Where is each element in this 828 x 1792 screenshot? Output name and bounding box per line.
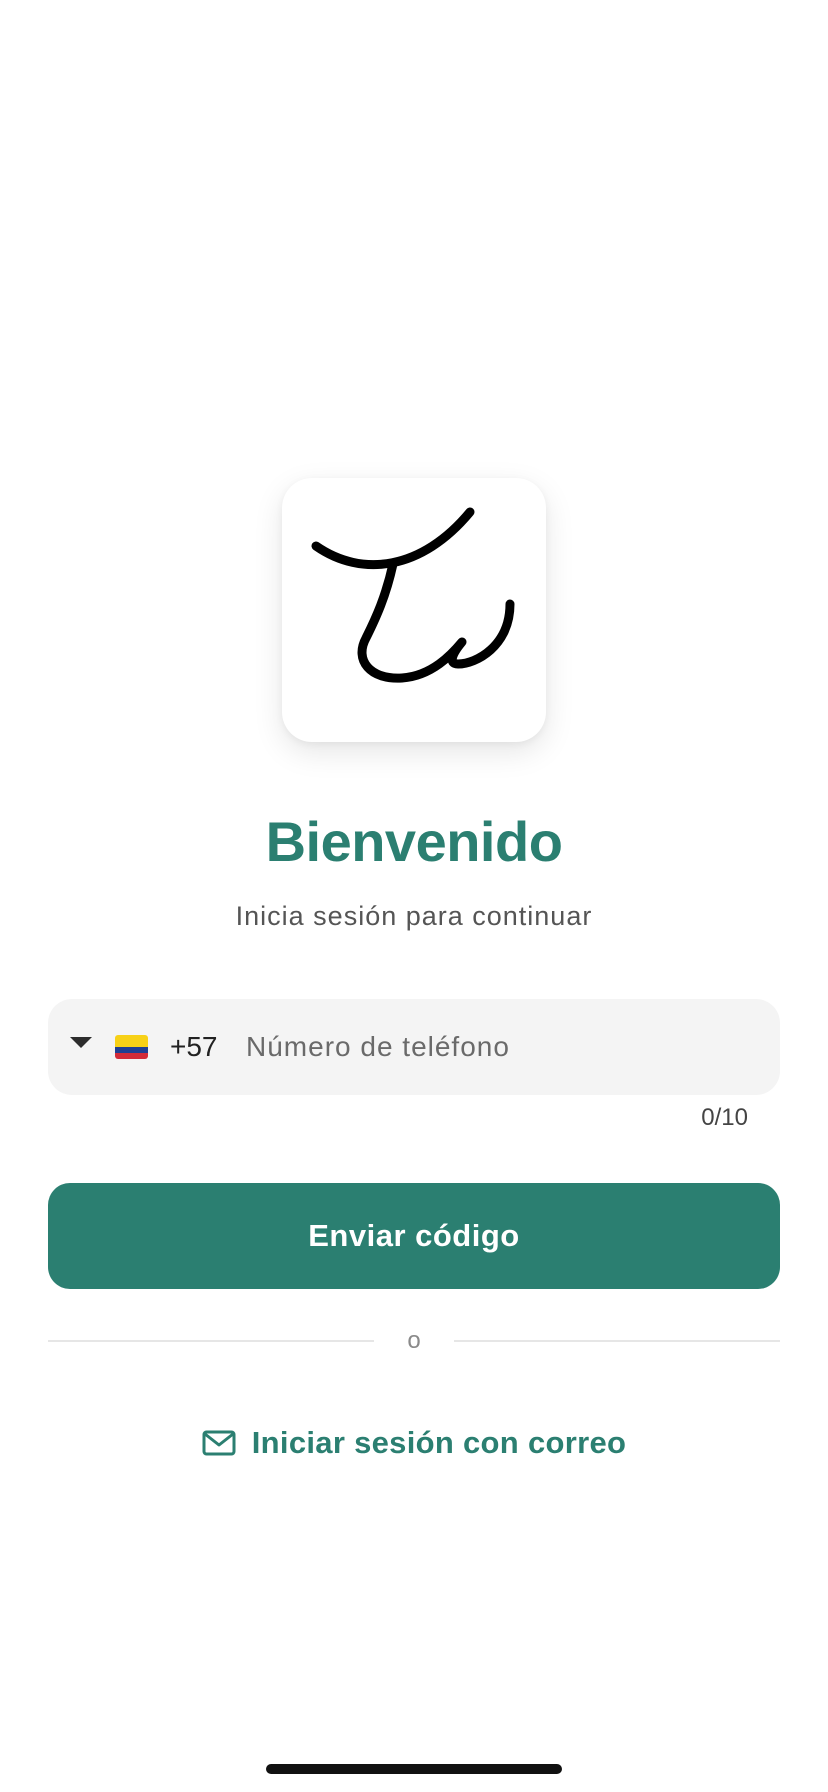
app-logo [282,478,546,742]
email-login-label: Iniciar sesión con correo [251,1425,627,1460]
phone-field: +57 [48,999,780,1095]
logo-mark-icon [311,507,515,683]
divider-label: o [407,1327,421,1354]
caret-down-icon [70,1037,92,1048]
divider-left [48,1340,374,1342]
phone-number-input[interactable] [246,1019,766,1075]
mail-icon [202,1430,236,1456]
colombia-flag-icon [115,1035,148,1059]
welcome-subtitle: Inicia sesión para continuar [235,901,593,931]
divider-right [454,1340,780,1342]
dial-code: +57 [170,1031,218,1062]
send-code-button[interactable]: Enviar código [48,1183,780,1289]
email-login-link[interactable]: Iniciar sesión con correo [0,1418,828,1468]
welcome-title: Bienvenido [265,810,563,873]
character-counter: 0/10 [701,1104,748,1131]
home-indicator[interactable] [266,1764,562,1774]
country-code-selector[interactable]: +57 [48,999,218,1095]
login-screen: Bienvenido Inicia sesión para continuar … [0,0,828,1792]
